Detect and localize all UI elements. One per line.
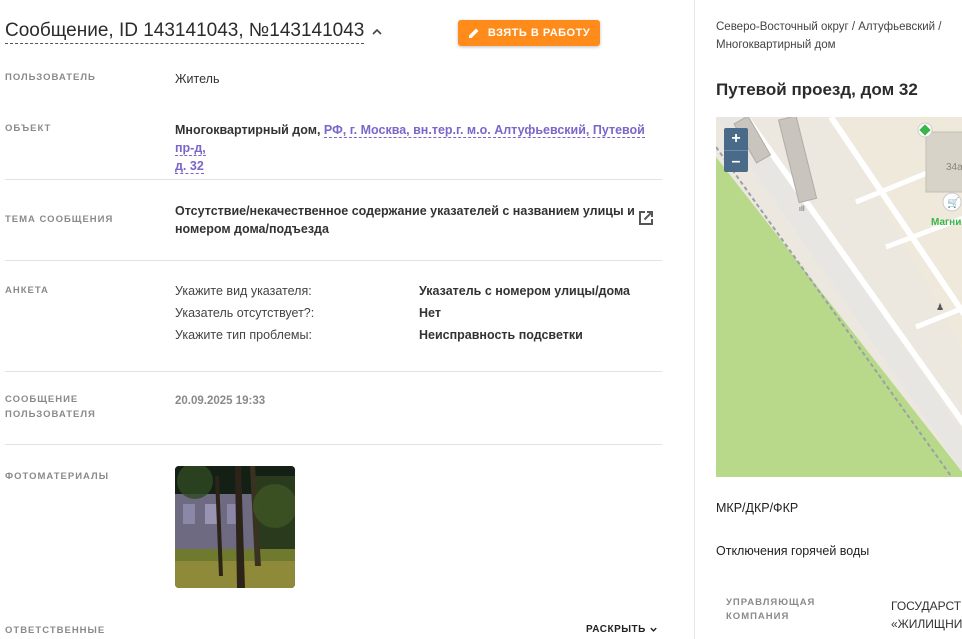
svg-text:ıll: ıll: [799, 205, 805, 213]
object-label: ОБЪЕКТ: [5, 123, 52, 134]
user-value: Житель: [175, 72, 220, 86]
mgmt-label-line-1: УПРАВЛЯЮЩАЯ: [726, 597, 816, 608]
repair-programs-item[interactable]: МКР/ДКР/ФКР: [716, 501, 798, 515]
object-type: Многоквартирный дом,: [175, 123, 321, 137]
responsible-label: ОТВЕТСТВЕННЫЕ: [5, 625, 106, 636]
survey-question: Укажите вид указателя:: [175, 284, 312, 298]
management-company-label: УПРАВЛЯЮЩАЯ КОМПАНИЯ: [726, 596, 815, 624]
chevron-up-icon[interactable]: [370, 25, 384, 39]
topic-value: Отсутствие/некачественное содержание ука…: [175, 202, 635, 238]
breadcrumb: Северо-Восточный округ / Алтуфьевский / …: [716, 18, 956, 54]
take-to-work-label: ВЗЯТЬ В РАБОТУ: [487, 27, 591, 39]
separator: [5, 179, 662, 180]
separator: [5, 444, 662, 445]
title-row: Сообщение, ID 143141043, №143141043: [5, 20, 384, 44]
object-panel: Северо-Восточный округ / Алтуфьевский / …: [695, 0, 962, 639]
svg-text:🛒: 🛒: [947, 196, 959, 209]
photo-image: [175, 466, 295, 588]
survey-label: АНКЕТА: [5, 285, 49, 296]
zoom-in-button[interactable]: +: [724, 128, 748, 150]
page-title[interactable]: Сообщение, ID 143141043, №143141043: [5, 20, 365, 44]
zoom-out-button[interactable]: –: [724, 150, 748, 172]
management-company-value: ГОСУДАРСТ «ЖИЛИЩНИ: [891, 597, 962, 633]
map[interactable]: 🛒 34а Магни ♟ ıll + –: [716, 117, 962, 477]
separator: [5, 371, 662, 372]
expand-label: РАСКРЫТЬ: [586, 624, 646, 635]
survey-answer: Нет: [419, 306, 441, 320]
survey-question: Указатель отсутствует?:: [175, 306, 315, 320]
map-zoom-controls: + –: [724, 128, 748, 172]
pencil-icon: [468, 28, 479, 38]
message-label: СООБЩЕНИЕ ПОЛЬЗОВАТЕЛЯ: [5, 392, 96, 422]
mgmt-value-line-2: «ЖИЛИЩНИ: [891, 617, 962, 631]
message-label-line-2: ПОЛЬЗОВАТЕЛЯ: [5, 409, 96, 420]
message-label-line-1: СООБЩЕНИЕ: [5, 394, 79, 405]
separator: [5, 260, 662, 261]
breadcrumb-line-2[interactable]: Многоквартирный дом: [716, 39, 836, 51]
mgmt-label-line-2: КОМПАНИЯ: [726, 611, 790, 622]
topic-label: ТЕМА СООБЩЕНИЯ: [5, 214, 114, 225]
object-address-link-house[interactable]: д. 32: [175, 159, 204, 174]
mgmt-value-line-1: ГОСУДАРСТ: [891, 599, 962, 613]
object-address-title: Путевой проезд, дом 32: [716, 80, 918, 99]
message-date: 20.09.2025 19:33: [175, 395, 266, 407]
chevron-down-icon: [650, 627, 657, 632]
take-to-work-button[interactable]: ВЗЯТЬ В РАБОТУ: [458, 20, 600, 46]
map-canvas: 🛒 34а Магни ♟ ıll: [716, 117, 962, 477]
external-link-icon[interactable]: [636, 208, 656, 228]
message-panel: Сообщение, ID 143141043, №143141043 ВЗЯТ…: [0, 0, 694, 639]
survey-answer: Указатель с номером улицы/дома: [419, 284, 630, 298]
expand-button[interactable]: РАСКРЫТЬ: [586, 624, 658, 635]
topic-line-1: Отсутствие/некачественное содержание ука…: [175, 204, 635, 218]
breadcrumb-line-1[interactable]: Северо-Восточный округ / Алтуфьевский /: [716, 21, 942, 33]
survey-question: Укажите тип проблемы:: [175, 328, 312, 342]
svg-text:♟: ♟: [936, 303, 944, 313]
topic-line-2: номером дома/подъезда: [175, 222, 329, 236]
hot-water-outages-item[interactable]: Отключения горячей воды: [716, 544, 869, 558]
survey-answer: Неисправность подсветки: [419, 328, 583, 342]
user-label: ПОЛЬЗОВАТЕЛЬ: [5, 72, 96, 83]
photos-label: ФОТОМАТЕРИАЛЫ: [5, 471, 110, 482]
object-value: Многоквартирный дом, РФ, г. Москва, вн.т…: [175, 121, 655, 175]
photo-thumbnail[interactable]: [175, 466, 295, 588]
map-shop-label: Магни: [931, 217, 961, 228]
map-house-number: 34а: [946, 162, 962, 173]
